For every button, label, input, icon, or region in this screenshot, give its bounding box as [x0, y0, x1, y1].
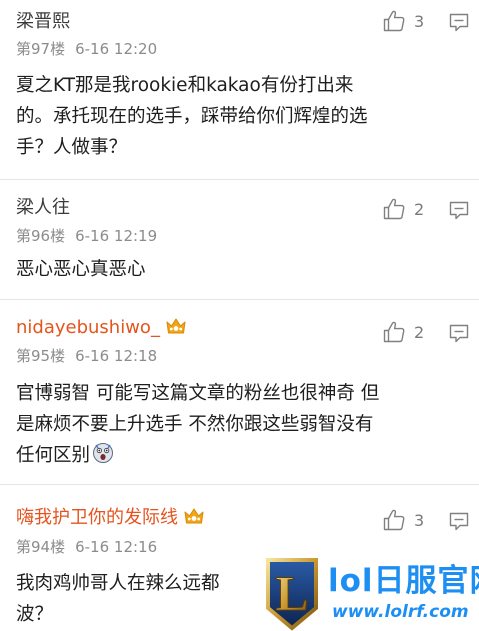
reply-icon[interactable]	[448, 322, 470, 344]
crown-icon	[183, 507, 205, 525]
comment-username-text: 嗨我护卫你的发际线	[16, 507, 178, 528]
comment-text-line: 夏之KT那是我rookie和kakao有份打出来	[16, 75, 354, 96]
comment-item: nidayebushiwo_ 第95楼 6-16 12:18 2 官博弱智 可能写…	[0, 300, 479, 485]
comment-text: 夏之KT那是我rookie和kakao有份打出来 的。承托现在的选手，踩带给你们…	[16, 70, 463, 163]
reply-icon[interactable]	[448, 199, 470, 221]
comment-meta: 第94楼 6-16 12:16	[16, 538, 157, 556]
comment-text-line: 的。承托现在的选手，踩带给你们辉煌的选	[16, 106, 368, 127]
comment-text-line: 手？人做事？	[16, 137, 128, 158]
like-icon[interactable]	[382, 197, 406, 221]
reply-icon[interactable]	[448, 11, 470, 33]
league-logo-icon: L	[266, 558, 318, 631]
comment-username[interactable]: 梁人往	[16, 197, 70, 219]
comment-time: 6-16 12:20	[75, 40, 158, 58]
crown-icon	[165, 317, 187, 335]
like-icon[interactable]	[382, 508, 406, 532]
comment-item: 梁人往 第96楼 6-16 12:19 2 恶心恶心真恶心	[0, 180, 479, 300]
comment-floor: 第95楼	[16, 347, 66, 365]
comment-text-segment: 任何区别	[16, 445, 91, 466]
reply-icon[interactable]	[448, 510, 470, 532]
comment-floor: 第94楼	[16, 538, 66, 556]
site-watermark: L lol日服官网 www.lolrf.com	[262, 556, 479, 631]
like-count: 3	[414, 12, 425, 31]
comment-meta: 第96楼 6-16 12:19	[16, 227, 157, 245]
like-count: 3	[414, 511, 425, 530]
comment-time: 6-16 12:16	[75, 538, 158, 556]
comment-floor: 第96楼	[16, 227, 66, 245]
comment-time: 6-16 12:18	[75, 347, 158, 365]
watermark-title: lol日服官网	[328, 563, 479, 599]
comment-time: 6-16 12:19	[75, 227, 158, 245]
comment-text-line: 恶心恶心真恶心	[16, 259, 146, 280]
comment-text: 恶心恶心真恶心	[16, 254, 463, 285]
like-icon[interactable]	[382, 9, 406, 33]
comment-username[interactable]: 梁晋熙	[16, 11, 70, 33]
scared-face-emoji-icon	[93, 443, 114, 463]
like-icon[interactable]	[382, 320, 406, 344]
comment-text-line: 任何区别	[16, 440, 463, 471]
comment-username[interactable]: nidayebushiwo_	[16, 317, 187, 339]
comment-username-text: nidayebushiwo_	[16, 317, 160, 338]
like-count: 2	[414, 200, 425, 219]
comment-floor: 第97楼	[16, 40, 66, 58]
comment-text-line: 是麻烦不要上升选手 不然你跟这些弱智没有	[16, 414, 374, 435]
comment-text: 官博弱智 可能写这篇文章的粉丝也很神奇 但 是麻烦不要上升选手 不然你跟这些弱智…	[16, 378, 463, 471]
comment-meta: 第97楼 6-16 12:20	[16, 40, 157, 58]
comment-meta: 第95楼 6-16 12:18	[16, 347, 157, 365]
like-count: 2	[414, 323, 425, 342]
watermark-url: www.lolrf.com	[332, 602, 469, 622]
comment-item: 梁晋熙 第97楼 6-16 12:20 3 夏之KT那是我rookie和kakao…	[0, 0, 479, 180]
watermark-logo-letter: L	[275, 565, 308, 621]
comment-text-line: 官博弱智 可能写这篇文章的粉丝也很神奇 但	[16, 383, 380, 404]
comment-username[interactable]: 嗨我护卫你的发际线	[16, 507, 205, 529]
